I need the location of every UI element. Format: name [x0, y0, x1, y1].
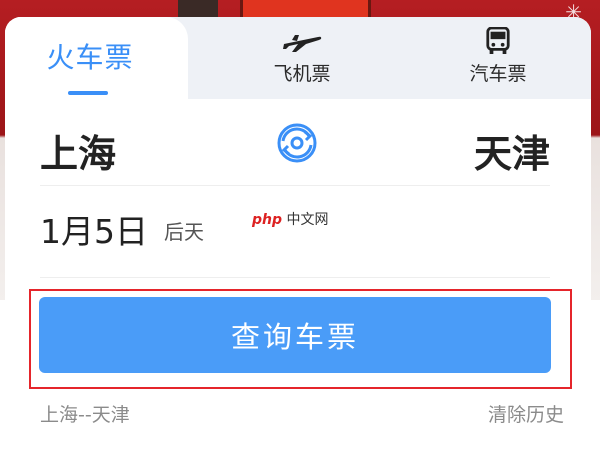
tab-train-label: 火车票 [46, 41, 134, 74]
departure-city[interactable]: 上海 [40, 123, 116, 178]
search-tickets-button[interactable]: 查询车票 [39, 297, 551, 373]
bus-icon [486, 27, 510, 54]
route-row: 上海 天津 [40, 115, 550, 186]
departure-date[interactable]: 1月5日 [40, 205, 148, 253]
tab-bus-label: 汽车票 [469, 63, 527, 85]
active-tab-indicator [68, 91, 108, 95]
date-row[interactable]: 1月5日 后天 php 中文网 [40, 195, 550, 278]
clear-history-button[interactable]: 清除历史 [488, 400, 564, 427]
tab-train[interactable]: 火车票 [5, 17, 188, 109]
tab-flight[interactable]: 飞机票 [227, 27, 377, 93]
airplane-icon [283, 35, 322, 52]
relative-day-label: 后天 [164, 220, 204, 244]
watermark-brand: php [252, 212, 283, 228]
watermark-site: 中文网 [286, 212, 329, 228]
search-history-item[interactable]: 上海--天津 [40, 400, 130, 427]
site-watermark: php 中文网 [252, 209, 328, 229]
tab-flight-label: 飞机票 [273, 63, 331, 85]
arrival-city[interactable]: 天津 [474, 123, 550, 178]
tab-bus[interactable]: 汽车票 [423, 27, 573, 93]
swap-icon[interactable] [273, 119, 321, 167]
